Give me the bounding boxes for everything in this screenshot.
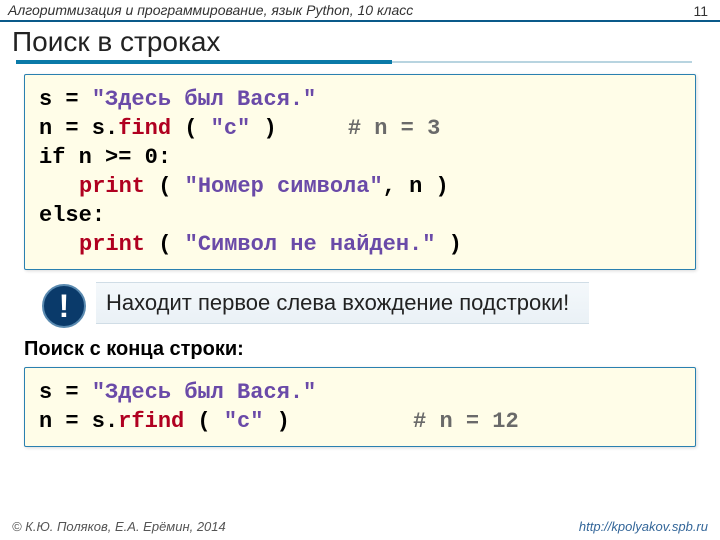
header-bar: Алгоритмизация и программирование, язык … (0, 0, 720, 22)
code-line: if n >= 0: (39, 143, 681, 172)
code-line: print ( "Номер символа", n ) (39, 172, 681, 201)
page-title: Поиск в строках (12, 26, 708, 58)
subheading: Поиск с конца строки: (24, 338, 696, 361)
footer-link[interactable]: http://kpolyakov.spb.ru (579, 519, 708, 534)
code-line: print ( "Символ не найден." ) (39, 230, 681, 259)
content-area: s = "Здесь был Вася." n = s.find ( "с" )… (0, 66, 720, 447)
note-text: Находит первое слева вхождение подстроки… (96, 282, 589, 324)
code-line: s = "Здесь был Вася." (39, 85, 681, 114)
code-block-1: s = "Здесь был Вася." n = s.find ( "с" )… (24, 74, 696, 270)
code-line: n = s.find ( "с" ) # n = 3 (39, 114, 681, 143)
note-row: ! Находит первое слева вхождение подстро… (42, 282, 696, 328)
copyright: © К.Ю. Поляков, Е.А. Ерёмин, 2014 (12, 519, 226, 534)
code-block-2: s = "Здесь был Вася." n = s.rfind ( "с" … (24, 367, 696, 447)
title-section: Поиск в строках (0, 22, 720, 66)
footer: © К.Ю. Поляков, Е.А. Ерёмин, 2014 http:/… (12, 519, 708, 534)
code-line: n = s.rfind ( "с" ) # n = 12 (39, 407, 681, 436)
exclamation-icon: ! (42, 284, 86, 328)
code-line: s = "Здесь был Вася." (39, 378, 681, 407)
course-label: Алгоритмизация и программирование, язык … (8, 2, 413, 18)
page-number: 11 (693, 3, 708, 19)
title-underline (16, 60, 392, 64)
code-line: else: (39, 201, 681, 230)
